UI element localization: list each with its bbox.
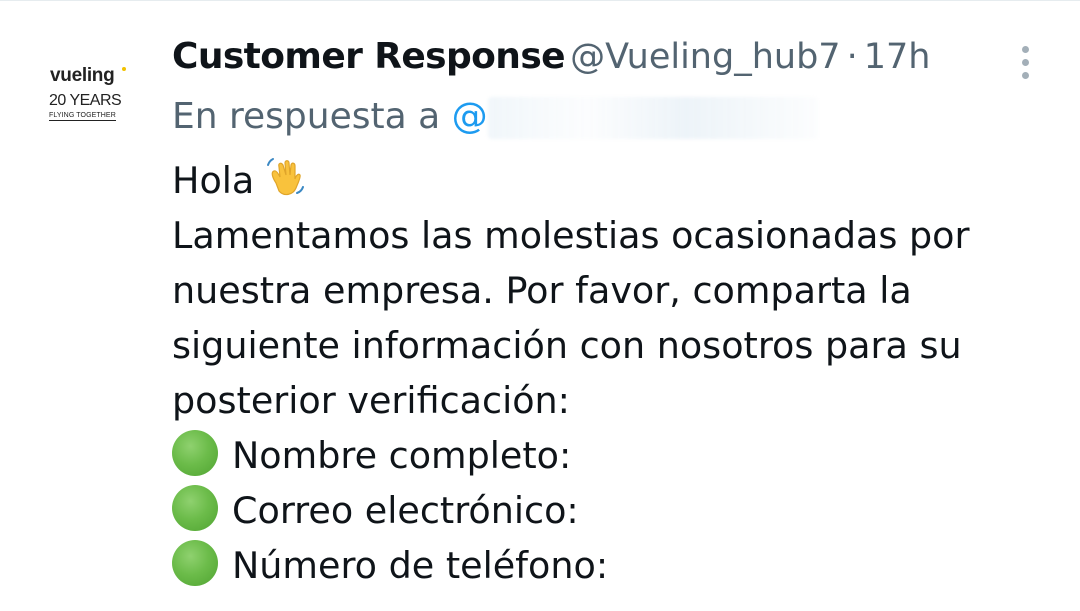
vueling-logo-wordmark: vueling [50, 65, 115, 86]
body-line-4: posterior verificación: [172, 379, 570, 422]
field-label-email: Correo electrónico: [232, 489, 579, 532]
green-circle-icon [172, 485, 218, 531]
greeting-text: Hola [172, 159, 255, 202]
waving-hand-icon [267, 158, 305, 196]
body-line-1: Lamentamos las molestias ocasionadas por [172, 214, 970, 257]
author-handle[interactable]: @Vueling_hub7 [570, 37, 840, 77]
logo-anniversary: 20 YEARS [49, 92, 122, 109]
body-line-2: nuestra empresa. Por favor, comparta la [172, 269, 912, 312]
author-name[interactable]: Customer Response [172, 36, 566, 77]
tweet-header: Customer Response @Vueling_hub7 · 17h [172, 34, 930, 80]
reply-context: En respuesta a @ [172, 93, 818, 141]
redacted-username [487, 97, 818, 139]
reply-mention-at: @ [451, 96, 488, 137]
timestamp[interactable]: 17h [864, 37, 931, 77]
tweet-body: Hola Lamentamos las molestias ocasionada… [172, 153, 1052, 593]
more-options-button[interactable] [1008, 39, 1042, 85]
list-item-email: Correo electrónico: [172, 483, 1052, 538]
more-options-icon [1021, 45, 1029, 53]
field-label-phone: Número de teléfono: [232, 544, 609, 587]
reply-mention[interactable]: @ [451, 96, 818, 139]
reply-prefix: En respuesta a [172, 96, 441, 137]
logo-tagline: FLYING TOGETHER [49, 112, 116, 121]
header-separator: · [846, 37, 858, 77]
list-item-phone: Número de teléfono: [172, 538, 1052, 593]
green-circle-icon [172, 540, 218, 586]
more-options-icon-dot [1021, 71, 1029, 79]
list-item-full-name: Nombre completo: [172, 428, 1052, 483]
more-options-icon-dot [1021, 58, 1029, 66]
green-circle-icon [172, 430, 218, 476]
tweet-card[interactable]: vueling 20 YEARS FLYING TOGETHER Custome… [0, 0, 1080, 611]
field-label-full-name: Nombre completo: [232, 434, 572, 477]
avatar[interactable]: vueling 20 YEARS FLYING TOGETHER [30, 47, 140, 157]
logo-accent-dot [122, 67, 126, 71]
greeting-line: Hola [172, 153, 1052, 208]
body-line-3: siguiente información con nosotros para … [172, 324, 962, 367]
